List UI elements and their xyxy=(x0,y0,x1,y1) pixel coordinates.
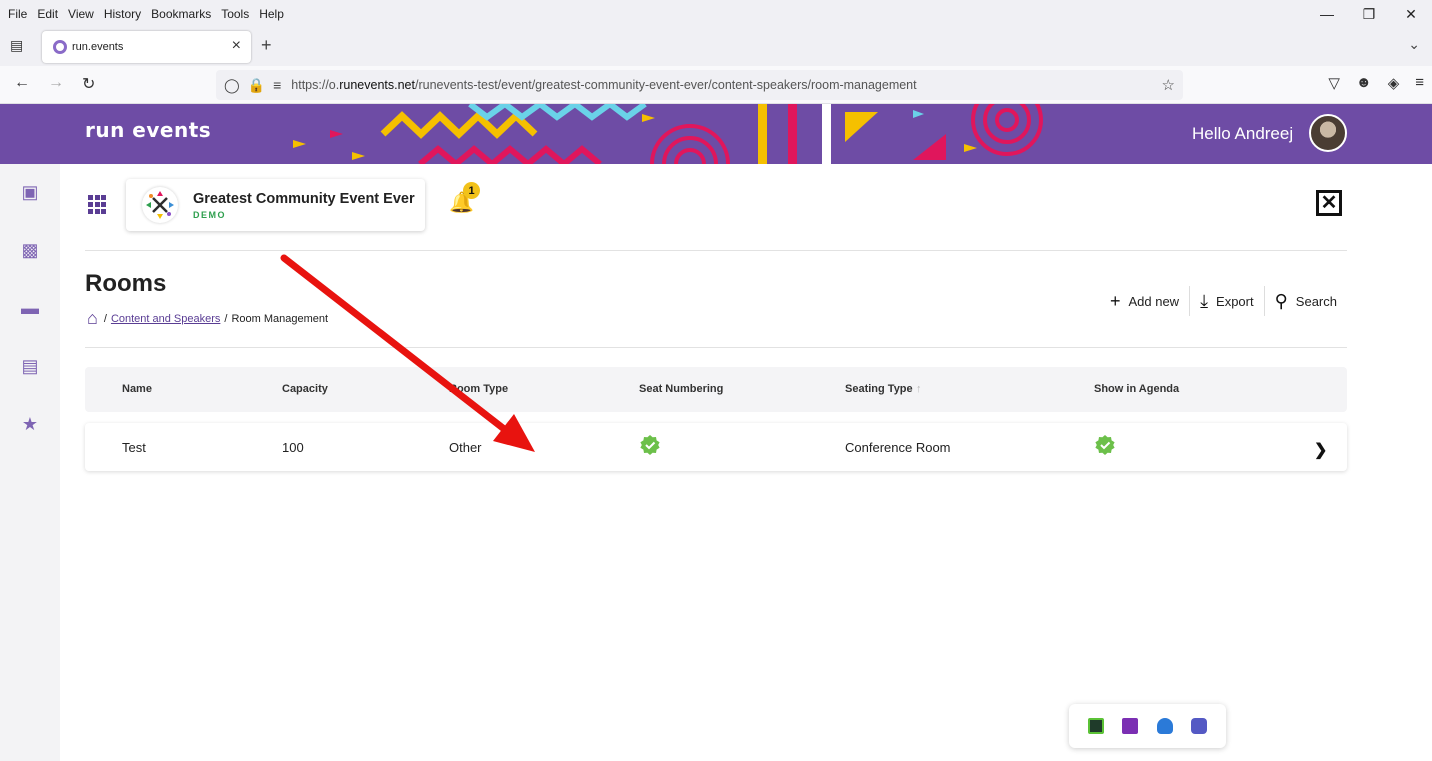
breadcrumb-current: Room Management xyxy=(231,312,329,325)
event-logo-icon xyxy=(142,187,178,223)
toolbar-right: ▽ ☻ ◈ ≡ xyxy=(1328,74,1424,92)
menu-history[interactable]: History xyxy=(100,7,145,21)
breadcrumb-content-speakers[interactable]: Content and Speakers xyxy=(111,313,220,325)
app-menu-icon[interactable]: ≡ xyxy=(1415,74,1424,92)
table-row[interactable]: Test 100 Other Conference Room ❯ xyxy=(85,423,1347,471)
tab-title: run.events xyxy=(72,41,124,53)
menu-view[interactable]: View xyxy=(64,7,98,21)
home-icon[interactable]: ⌂ xyxy=(87,308,98,329)
tab-list-icon[interactable]: ▤ xyxy=(10,37,28,55)
tab-runevents[interactable]: run.events × xyxy=(42,31,251,63)
teams-icon[interactable] xyxy=(1190,718,1207,734)
navigation-bar: ← → ↻ ◯ 🔒 ≡ https://o.runevents.net/rune… xyxy=(0,66,1432,104)
sort-up-arrow-icon[interactable]: ↑ xyxy=(916,383,922,395)
cell-room-type: Other xyxy=(449,440,482,455)
breadcrumb: ⌂ / Content and Speakers / Room Manageme… xyxy=(87,308,329,329)
bookmark-star-icon[interactable]: ☆ xyxy=(1162,76,1175,94)
notification-count-badge: 1 xyxy=(463,182,480,199)
page-actions: + Add new ⤓ Export ⚲ Search xyxy=(1100,286,1347,316)
star-icon[interactable]: ★ xyxy=(20,414,40,434)
check-badge-icon xyxy=(640,435,660,455)
clipboard-icon[interactable]: ▤ xyxy=(20,356,40,376)
tab-overflow-chevron-icon[interactable]: ⌄ xyxy=(1408,36,1420,53)
event-selector-card[interactable]: Greatest Community Event Ever DEMO xyxy=(126,179,425,231)
add-new-button[interactable]: + Add new xyxy=(1100,286,1191,316)
folder-icon[interactable]: ▬ xyxy=(20,298,40,318)
restore-icon[interactable]: ❐ xyxy=(1348,0,1390,28)
app-banner: run events Hello Andreej xyxy=(0,104,1432,164)
close-icon[interactable]: ✕ xyxy=(1316,190,1342,216)
browser-menubar: File Edit View History Bookmarks Tools H… xyxy=(0,0,1432,28)
column-show-in-agenda[interactable]: Show in Agenda xyxy=(1094,383,1179,395)
window-controls: — ❐ ✕ xyxy=(1306,0,1432,28)
cell-capacity: 100 xyxy=(282,440,304,455)
column-seat-numbering[interactable]: Seat Numbering xyxy=(639,383,723,395)
url-text[interactable]: https://o.runevents.net/runevents-test/e… xyxy=(291,78,916,92)
extensions-icon[interactable]: ◈ xyxy=(1388,74,1400,92)
tab-strip: ▤ run.events × + ⌄ xyxy=(0,28,1432,66)
column-room-type[interactable]: Room Type xyxy=(449,383,508,395)
column-seating-type[interactable]: Seating Type xyxy=(845,383,913,395)
defender-shield-icon[interactable] xyxy=(1156,718,1173,734)
divider xyxy=(85,250,1347,251)
user-greeting: Hello Andreej xyxy=(1192,124,1294,143)
close-window-icon[interactable]: ✕ xyxy=(1390,0,1432,28)
runevents-favicon-icon xyxy=(53,40,67,54)
reload-icon[interactable]: ↻ xyxy=(82,74,95,94)
user-avatar[interactable] xyxy=(1309,114,1347,152)
menu-tools[interactable]: Tools xyxy=(217,7,253,21)
page-title: Rooms xyxy=(85,270,167,297)
cell-seating-type: Conference Room xyxy=(845,440,951,455)
url-bar[interactable]: ◯ 🔒 ≡ https://o.runevents.net/runevents-… xyxy=(216,70,1183,100)
pocket-icon[interactable]: ▽ xyxy=(1328,74,1340,92)
chat-icon[interactable]: ▣ xyxy=(20,182,40,202)
menu-help[interactable]: Help xyxy=(255,7,288,21)
search-button[interactable]: ⚲ Search xyxy=(1265,286,1347,316)
permissions-icon[interactable]: ≡ xyxy=(273,77,281,93)
divider xyxy=(85,347,1347,348)
column-name[interactable]: Name xyxy=(122,383,152,395)
menu-edit[interactable]: Edit xyxy=(33,7,62,21)
column-capacity[interactable]: Capacity xyxy=(282,383,328,395)
image-icon[interactable]: ▩ xyxy=(20,240,40,260)
chevron-right-icon[interactable]: ❯ xyxy=(1314,440,1327,460)
account-icon[interactable]: ☻ xyxy=(1356,74,1372,92)
runevents-logo[interactable]: run events xyxy=(85,118,211,142)
forward-icon[interactable]: → xyxy=(48,74,64,92)
banner-divider xyxy=(822,104,831,164)
new-tab-icon[interactable]: + xyxy=(261,35,272,56)
export-button[interactable]: ⤓ Export xyxy=(1190,286,1265,316)
table-header: Name Capacity Room Type Seat Numbering S… xyxy=(85,367,1347,412)
tab-close-icon[interactable]: × xyxy=(232,37,241,55)
terminal-app-icon[interactable] xyxy=(1088,718,1105,734)
apps-grid-icon[interactable] xyxy=(88,195,108,215)
shield-icon[interactable]: ◯ xyxy=(224,77,240,94)
check-badge-icon xyxy=(1095,435,1115,455)
event-title: Greatest Community Event Ever xyxy=(193,191,415,207)
back-icon[interactable]: ← xyxy=(14,74,30,92)
lock-icon[interactable]: 🔒 xyxy=(248,77,265,94)
cell-name: Test xyxy=(122,440,146,455)
plus-icon: + xyxy=(1109,290,1121,311)
minimize-icon[interactable]: — xyxy=(1306,0,1348,28)
menu-file[interactable]: File xyxy=(4,7,31,21)
menu-bookmarks[interactable]: Bookmarks xyxy=(147,7,215,21)
event-demo-tag: DEMO xyxy=(193,210,226,220)
left-sidebar: ▣ ▩ ▬ ▤ ★ xyxy=(0,164,60,761)
search-icon: ⚲ xyxy=(1274,290,1288,311)
floating-app-tray xyxy=(1069,704,1226,748)
download-icon: ⤓ xyxy=(1200,290,1209,311)
onenote-icon[interactable] xyxy=(1122,718,1139,734)
